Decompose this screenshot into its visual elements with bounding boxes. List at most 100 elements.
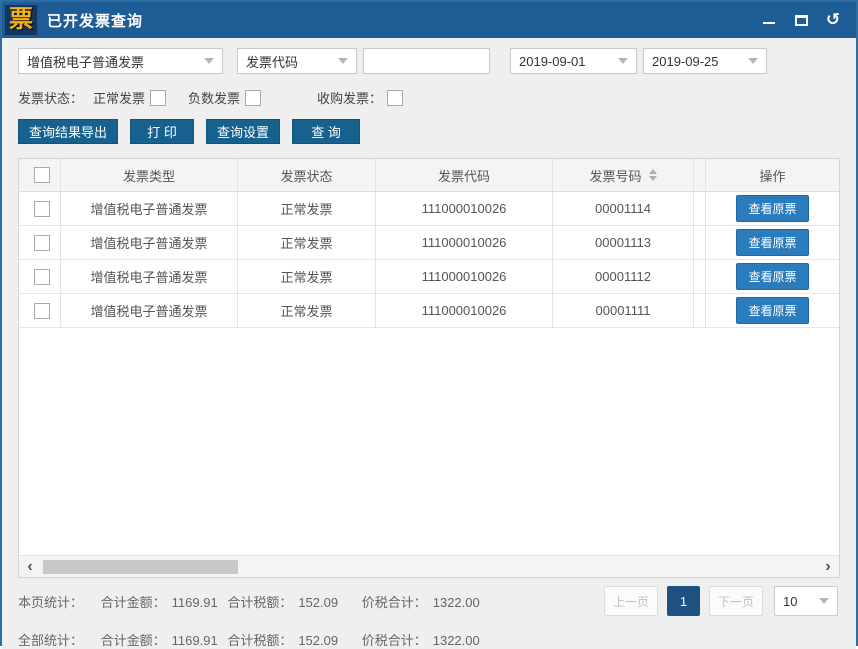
invoice-table: 发票类型 发票状态 发票代码 发票号码 操作 增值税电子普通发票 正常发票 11… [18,158,840,578]
restore-icon [795,15,808,26]
select-all-checkbox[interactable] [34,167,50,183]
amount-label: 合计金额： [101,595,166,610]
cell-status: 正常发票 [238,192,376,225]
cell-code: 111000010026 [376,294,553,327]
table-row: 增值税电子普通发票 正常发票 111000010026 00001112 查看原… [19,260,839,294]
cell-status: 正常发票 [238,294,376,327]
back-button[interactable]: ↺ [824,11,842,29]
col-invoice-number[interactable]: 发票号码 [553,159,694,191]
chevron-down-icon [819,598,829,604]
tax-value: 152.09 [298,595,338,610]
cell-code: 111000010026 [376,192,553,225]
col-invoice-number-label: 发票号码 [589,166,641,185]
scroll-left-icon[interactable]: ‹ [19,557,41,577]
scroll-right-icon[interactable]: › [817,557,839,577]
col-invoice-code: 发票代码 [376,159,553,191]
status-label: 发票状态： [18,88,83,107]
table-header: 发票类型 发票状态 发票代码 发票号码 操作 [19,159,839,192]
page-stats-label: 本页统计： [18,595,83,610]
title-bar: 票 已开发票查询 ↺ [2,2,856,38]
status-option-normal: 正常发票 [93,88,166,107]
app-window: 票 已开发票查询 ↺ 增值税电子普通发票 发票代码 2019-09-01 [0,0,858,646]
pagination: 上一页 1 下一页 10 [604,586,838,616]
page-size-value: 10 [783,594,813,609]
action-cell: 查看原票 [706,260,839,293]
status-purchase-label: 收购发票： [317,88,382,107]
cell-number: 00001113 [553,226,694,259]
prev-page-button[interactable]: 上一页 [604,586,658,616]
view-original-button[interactable]: 查看原票 [736,229,808,256]
cell-type: 增值税电子普通发票 [61,294,238,327]
cell-type: 增值税电子普通发票 [61,192,238,225]
next-page-button[interactable]: 下一页 [709,586,763,616]
view-original-button[interactable]: 查看原票 [736,263,808,290]
date-from-select[interactable]: 2019-09-01 [510,48,637,74]
checkbox-purchase-invoice[interactable] [387,90,403,106]
footer: 本页统计： 合计金额：1169.91 合计税额：152.09 价税合计：1322… [18,578,840,649]
cell-status: 正常发票 [238,226,376,259]
search-field-select[interactable]: 发票代码 [237,48,357,74]
query-button[interactable]: 查 询 [292,119,360,144]
status-option-purchase: 收购发票： [317,88,403,107]
total-value: 1322.00 [433,595,480,610]
current-page-button[interactable]: 1 [667,586,700,616]
view-original-button[interactable]: 查看原票 [736,297,808,324]
total-label: 价税合计： [362,595,427,610]
page-size-select[interactable]: 10 [774,586,838,616]
status-normal-label: 正常发票 [93,88,145,107]
action-cell: 查看原票 [706,294,839,327]
date-to-select[interactable]: 2019-09-25 [643,48,767,74]
export-button[interactable]: 查询结果导出 [18,119,118,144]
amount-value: 1169.91 [172,595,218,610]
cell-type: 增值税电子普通发票 [61,226,238,259]
col-actions: 操作 [706,159,839,191]
search-input[interactable] [363,48,490,74]
row-checkbox[interactable] [34,235,50,251]
cell-number: 00001114 [553,192,694,225]
checkbox-normal-invoice[interactable] [150,90,166,106]
table-row: 增值税电子普通发票 正常发票 111000010026 00001113 查看原… [19,226,839,260]
cell-status: 正常发票 [238,260,376,293]
chevron-down-icon [748,58,758,64]
status-filter-row: 发票状态： 正常发票 负数发票 收购发票： [18,88,840,107]
select-all-cell [19,159,61,191]
window-controls: ↺ [760,11,856,29]
row-checkbox[interactable] [34,201,50,217]
query-settings-button[interactable]: 查询设置 [206,119,280,144]
cell-number: 00001112 [553,260,694,293]
restore-button[interactable] [792,11,810,29]
table-empty-area [19,328,839,555]
chevron-down-icon [618,58,628,64]
date-from-value: 2019-09-01 [519,54,612,69]
col-invoice-status: 发票状态 [238,159,376,191]
table-row: 增值税电子普通发票 正常发票 111000010026 00001111 查看原… [19,294,839,328]
horizontal-scrollbar[interactable]: ‹ › [19,555,839,577]
date-to-value: 2019-09-25 [652,54,742,69]
minimize-icon [763,22,775,24]
invoice-type-select[interactable]: 增值税电子普通发票 [18,48,223,74]
status-negative-label: 负数发票 [188,88,240,107]
all-stats: 全部统计： 合计金额：1169.91 合计税额：152.09 价税合计：1322… [18,630,840,649]
print-button[interactable]: 打 印 [130,119,194,144]
scrollbar-thumb[interactable] [43,560,238,574]
chevron-down-icon [338,58,348,64]
checkbox-negative-invoice[interactable] [245,90,261,106]
row-checkbox[interactable] [34,269,50,285]
cell-number: 00001111 [553,294,694,327]
action-cell: 查看原票 [706,226,839,259]
invoice-type-value: 增值税电子普通发票 [27,52,198,71]
cell-code: 111000010026 [376,260,553,293]
sort-icon[interactable] [649,169,657,181]
chevron-down-icon [204,58,214,64]
toolbar: 查询结果导出 打 印 查询设置 查 询 [18,119,840,144]
main-content: 增值税电子普通发票 发票代码 2019-09-01 2019-09-25 发票状… [2,38,856,649]
col-spacer [694,159,706,191]
filter-row: 增值税电子普通发票 发票代码 2019-09-01 2019-09-25 [18,48,840,74]
view-original-button[interactable]: 查看原票 [736,195,808,222]
app-icon: 票 [5,5,37,35]
action-cell: 查看原票 [706,192,839,225]
row-checkbox[interactable] [34,303,50,319]
minimize-button[interactable] [760,11,778,29]
cell-code: 111000010026 [376,226,553,259]
back-icon: ↺ [826,11,840,29]
